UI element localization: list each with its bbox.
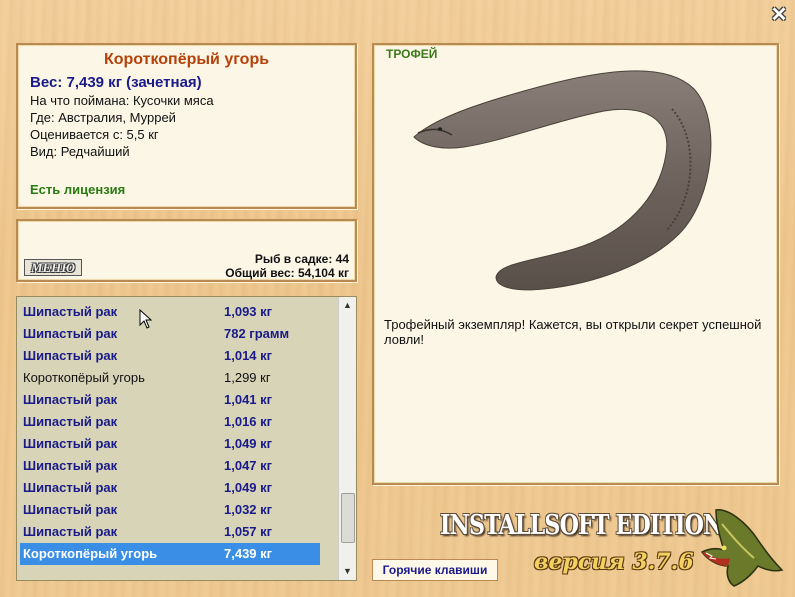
catch-list-item[interactable]: Шипастый рак 1,032 кг — [20, 499, 320, 521]
catch-list-item[interactable]: Короткопёрый угорь 7,439 кг — [20, 543, 320, 565]
fish-count: Рыб в садке: 44 — [254, 252, 349, 266]
catch-item-weight: 1,016 кг — [224, 414, 273, 429]
catch-item-name: Шипастый рак — [23, 326, 118, 341]
catch-item-weight: 1,032 кг — [224, 502, 273, 517]
catch-item-weight: 1,057 кг — [224, 524, 273, 539]
fish-info-panel: Короткопёрый угорь Вес: 7,439 кг (зачетн… — [16, 43, 357, 209]
scroll-down-arrow-icon[interactable]: ▼ — [339, 563, 356, 580]
trophy-panel: ТРОФЕЙ Трофейный экземпляр! Кажется, вы … — [372, 43, 779, 485]
version-label: версия 3.7.6 — [534, 549, 694, 575]
catch-item-weight: 7,439 кг — [224, 546, 273, 561]
scroll-up-arrow-icon[interactable]: ▲ — [339, 297, 356, 314]
catch-list-item[interactable]: Шипастый рак 1,014 кг — [20, 345, 320, 367]
catch-list-item[interactable]: Короткопёрый угорь 1,299 кг — [20, 367, 320, 389]
catch-list-item[interactable]: Шипастый рак 1,016 кг — [20, 411, 320, 433]
trophy-description: Трофейный экземпляр! Кажется, вы открыли… — [384, 317, 762, 347]
catch-list-item[interactable]: Шипастый рак 1,049 кг — [20, 477, 320, 499]
catch-item-name: Шипастый рак — [23, 524, 118, 539]
total-weight: Общий вес: 54,104 кг — [225, 266, 349, 280]
license-status: Есть лицензия — [30, 182, 126, 197]
scrollbar-thumb[interactable] — [341, 493, 355, 543]
catch-item-name: Шипастый рак — [23, 502, 118, 517]
catch-list-item[interactable]: Шипастый рак 1,057 кг — [20, 521, 320, 543]
close-icon[interactable]: ✕ — [770, 5, 788, 25]
catch-item-weight: 1,093 кг — [224, 304, 273, 319]
catch-item-name: Шипастый рак — [23, 304, 118, 319]
fish-weight: Вес: 7,439 кг (зачетная) — [30, 74, 202, 91]
catch-list-item[interactable]: Шипастый рак 1,093 кг — [20, 301, 320, 323]
location-info: Где: Австралия, Муррей — [30, 110, 176, 125]
scrollbar[interactable]: ▲ ▼ — [338, 297, 356, 580]
hotkeys-button[interactable]: Горячие клавиши — [372, 559, 498, 581]
pike-fish-icon — [700, 509, 784, 587]
catch-item-weight: 782 грамм — [224, 326, 290, 341]
menu-button[interactable]: МЕНЮ — [24, 259, 82, 276]
keepnet-panel: МЕНЮ Рыб в садке: 44 Общий вес: 54,104 к… — [16, 219, 357, 282]
catch-list-item[interactable]: Шипастый рак 782 грамм — [20, 323, 320, 345]
catch-item-name: Шипастый рак — [23, 480, 118, 495]
catch-list-item[interactable]: Шипастый рак 1,047 кг — [20, 455, 320, 477]
catch-list-item[interactable]: Шипастый рак 1,049 кг — [20, 433, 320, 455]
catch-list-item[interactable]: Шипастый рак 1,041 кг — [20, 389, 320, 411]
catch-list[interactable]: Шипастый рак 1,093 кг Шипастый рак 782 грам… — [16, 296, 357, 581]
edition-label: INSTALLSOFT EDITION — [440, 510, 723, 541]
bait-info: На что поймана: Кусочки мяса — [30, 93, 214, 108]
catch-item-name: Шипастый рак — [23, 392, 118, 407]
eel-image — [413, 70, 712, 291]
catch-item-weight: 1,299 кг — [224, 370, 271, 385]
catch-item-name: Шипастый рак — [23, 348, 118, 363]
evaluation-threshold: Оценивается с: 5,5 кг — [30, 127, 159, 142]
catch-item-weight: 1,014 кг — [224, 348, 273, 363]
catch-item-weight: 1,049 кг — [224, 436, 273, 451]
keepnet-stats: Рыб в садке: 44 Общий вес: 54,104 кг — [225, 252, 349, 280]
mouse-cursor-icon — [139, 309, 153, 329]
catch-item-weight: 1,041 кг — [224, 392, 273, 407]
catch-item-weight: 1,047 кг — [224, 458, 273, 473]
fish-name: Короткопёрый угорь — [103, 51, 270, 68]
catch-item-name: Шипастый рак — [23, 436, 118, 451]
rarity-info: Вид: Редчайший — [30, 144, 130, 159]
catch-item-name: Короткопёрый угорь — [23, 546, 158, 561]
catch-item-name: Шипастый рак — [23, 458, 118, 473]
catch-item-name: Короткопёрый угорь — [23, 370, 145, 385]
catch-item-name: Шипастый рак — [23, 414, 118, 429]
catch-item-weight: 1,049 кг — [224, 480, 273, 495]
